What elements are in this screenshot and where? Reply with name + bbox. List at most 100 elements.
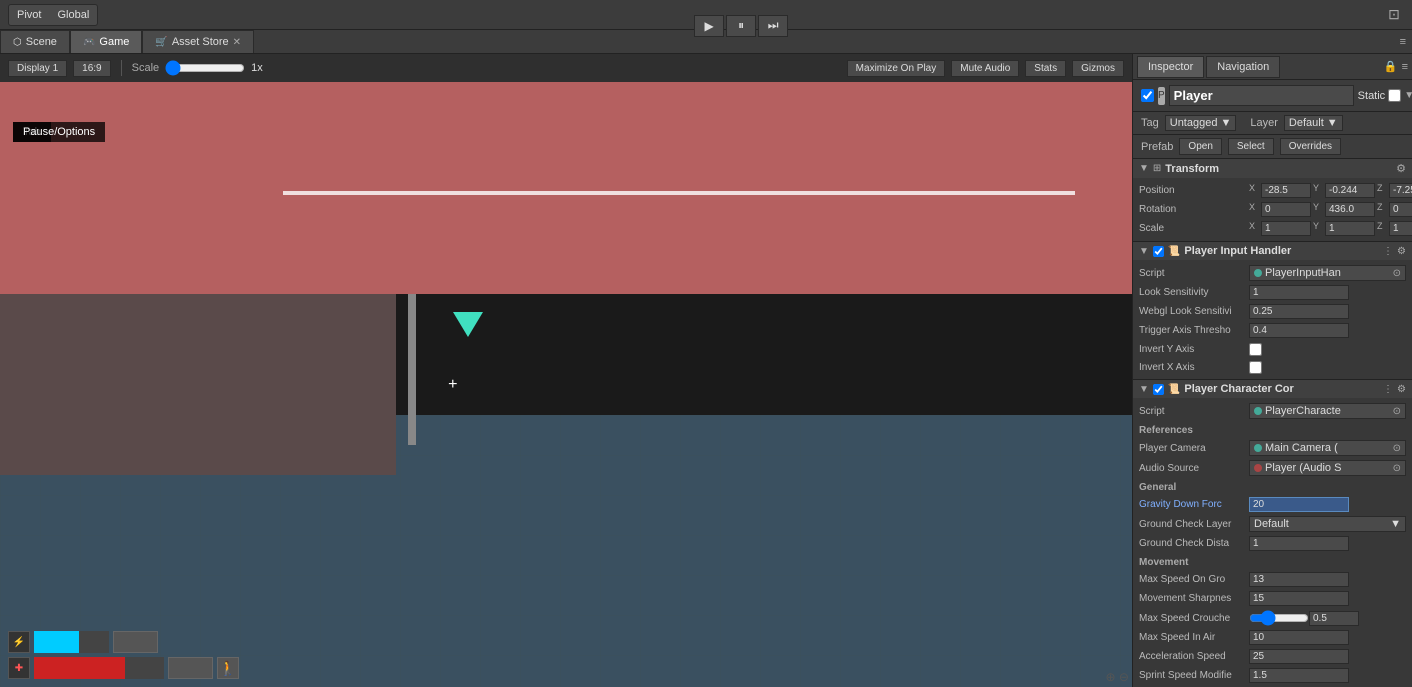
pause-options-button[interactable]: Pause/Options — [13, 122, 105, 142]
char-script-ref-icon — [1254, 407, 1262, 415]
camera-ref-select[interactable]: ⊙ — [1393, 443, 1401, 454]
scene-canvas: + Tab Pause/Options ⚡ ✚ — [0, 82, 1132, 687]
tab-asset-store[interactable]: 🛒 Asset Store ✕ — [142, 30, 254, 53]
rot-x-input[interactable] — [1261, 202, 1311, 217]
transform-header[interactable]: ▼ ⊞ Transform ⚙ — [1133, 159, 1412, 178]
invert-x-checkbox[interactable] — [1249, 361, 1262, 374]
player-character-header[interactable]: ▼ 📜 Player Character Cor ⋮ ⚙ — [1133, 380, 1412, 398]
input-more-icon[interactable]: ⚙ — [1397, 246, 1406, 257]
player-character-body: Script PlayerCharacte ⊙ References Playe… — [1133, 398, 1412, 687]
scale-slider[interactable] — [165, 62, 245, 74]
ground-check-layer-dropdown[interactable]: Default ▼ — [1249, 516, 1406, 532]
char-enabled-checkbox[interactable] — [1153, 384, 1164, 395]
pos-x-input[interactable] — [1261, 183, 1311, 198]
go-name-input[interactable] — [1169, 85, 1354, 106]
static-dropdown-arrow[interactable]: ▼ — [1404, 90, 1412, 101]
sprint-input[interactable] — [1249, 668, 1349, 683]
pos-z-input[interactable] — [1389, 183, 1412, 198]
step-button[interactable]: ⏭ — [758, 15, 788, 37]
global-button[interactable]: Global — [49, 5, 97, 25]
rot-y-label: Y — [1313, 202, 1323, 217]
char-script-ref[interactable]: PlayerCharacte ⊙ — [1249, 403, 1406, 419]
overrides-btn[interactable]: Overrides — [1280, 138, 1341, 155]
char-more-icon[interactable]: ⚙ — [1397, 384, 1406, 395]
ground-check-dist-input[interactable] — [1249, 536, 1349, 551]
transform-title: Transform — [1165, 163, 1219, 175]
window-controls: ⊡ — [1384, 6, 1404, 23]
accel-input[interactable] — [1249, 649, 1349, 664]
invert-y-label: Invert Y Axis — [1139, 344, 1249, 355]
pivot-button[interactable]: Pivot — [9, 5, 49, 25]
gravity-input[interactable] — [1249, 497, 1349, 512]
rot-z-input[interactable] — [1389, 202, 1412, 217]
tab-scene[interactable]: ⬡ Scene — [0, 30, 70, 53]
transform-settings-icon[interactable]: ⚙ — [1396, 162, 1406, 175]
transform-collapse-arrow: ▼ — [1139, 163, 1149, 174]
player-input-body: Script PlayerInputHan ⊙ Look Sensitivity — [1133, 260, 1412, 379]
scale-y-input[interactable] — [1325, 221, 1375, 236]
char-settings-icon[interactable]: ⋮ — [1383, 384, 1393, 395]
play-controls: ▶ ⏸ ⏭ — [694, 15, 788, 37]
max-speed-input[interactable] — [1249, 572, 1349, 587]
inspector-tab-label: Inspector — [1148, 61, 1193, 73]
go-active-checkbox[interactable] — [1141, 89, 1154, 102]
ground-check-layer-row: Ground Check Layer Default ▼ — [1139, 514, 1406, 534]
look-sens-input[interactable] — [1249, 285, 1349, 300]
max-speed-crouch-input[interactable] — [1309, 611, 1359, 626]
move-sharp-label: Movement Sharpnes — [1139, 593, 1249, 604]
move-sharp-input[interactable] — [1249, 591, 1349, 606]
crosshair: + — [448, 380, 458, 390]
max-speed-row: Max Speed On Gro — [1139, 570, 1406, 589]
tab-game[interactable]: 🎮 Game — [70, 30, 142, 53]
pos-z-label: Z — [1377, 183, 1387, 198]
layer-dropdown[interactable]: Default ▼ — [1284, 115, 1343, 131]
pos-y-input[interactable] — [1325, 183, 1375, 198]
scale-z-input[interactable] — [1389, 221, 1412, 236]
player-camera-ref[interactable]: Main Camera ( ⊙ — [1249, 440, 1406, 456]
tab-navigation[interactable]: Navigation — [1206, 56, 1280, 78]
gizmos-btn[interactable]: Gizmos — [1072, 60, 1124, 77]
display-selector[interactable]: Display 1 — [8, 60, 67, 77]
position-label: Position — [1139, 185, 1249, 196]
lock-icon[interactable]: 🔒 — [1384, 60, 1398, 73]
audio-ref-select[interactable]: ⊙ — [1393, 463, 1401, 474]
max-speed-crouch-slider[interactable] — [1249, 610, 1309, 626]
mute-audio-btn[interactable]: Mute Audio — [951, 60, 1019, 77]
scale-x-input[interactable] — [1261, 221, 1311, 236]
input-enabled-checkbox[interactable] — [1153, 246, 1164, 257]
input-script-ref[interactable]: PlayerInputHan ⊙ — [1249, 265, 1406, 281]
more-icon[interactable]: ≡ — [1402, 61, 1408, 73]
door-structure — [408, 294, 416, 445]
sprint-row: Sprint Speed Modifie — [1139, 666, 1406, 685]
maximize-play-btn[interactable]: Maximize On Play — [847, 60, 946, 77]
inspector-panel-icons: 🔒 ≡ — [1384, 60, 1408, 73]
pause-button[interactable]: ⏸ — [726, 15, 756, 37]
tag-dropdown[interactable]: Untagged ▼ — [1165, 115, 1237, 131]
stats-btn[interactable]: Stats — [1025, 60, 1066, 77]
open-prefab-btn[interactable]: Open — [1179, 138, 1221, 155]
scale-label-tf: Scale — [1139, 223, 1249, 234]
play-button[interactable]: ▶ — [694, 15, 724, 37]
trigger-thresh-input[interactable] — [1249, 323, 1349, 338]
inspector-content[interactable]: P Static ▼ Tag Untagged ▼ Layer Default — [1133, 80, 1412, 687]
panel-toggle[interactable]: ≡ — [1394, 33, 1412, 51]
rot-y-input[interactable] — [1325, 202, 1375, 217]
player-input-header[interactable]: ▼ 📜 Player Input Handler ⋮ ⚙ — [1133, 242, 1412, 260]
invert-y-checkbox[interactable] — [1249, 343, 1262, 356]
tab-scene-label: Scene — [26, 36, 57, 48]
player-camera-label: Player Camera — [1139, 443, 1249, 454]
tab-inspector[interactable]: Inspector — [1137, 56, 1204, 78]
input-settings-icon[interactable]: ⋮ — [1383, 246, 1393, 257]
max-speed-air-input[interactable] — [1249, 630, 1349, 645]
char-script-select[interactable]: ⊙ — [1393, 406, 1401, 417]
audio-source-ref[interactable]: Player (Audio S ⊙ — [1249, 460, 1406, 476]
select-prefab-btn[interactable]: Select — [1228, 138, 1274, 155]
health-bar-bg — [34, 657, 164, 679]
close-asset-store[interactable]: ✕ — [233, 37, 241, 48]
look-sens-row: Look Sensitivity — [1139, 283, 1406, 302]
invert-x-row: Invert X Axis — [1139, 358, 1406, 376]
script-ref-select[interactable]: ⊙ — [1393, 268, 1401, 279]
webgl-sens-input[interactable] — [1249, 304, 1349, 319]
aspect-selector[interactable]: 16:9 — [73, 60, 110, 77]
static-checkbox[interactable] — [1388, 89, 1401, 102]
